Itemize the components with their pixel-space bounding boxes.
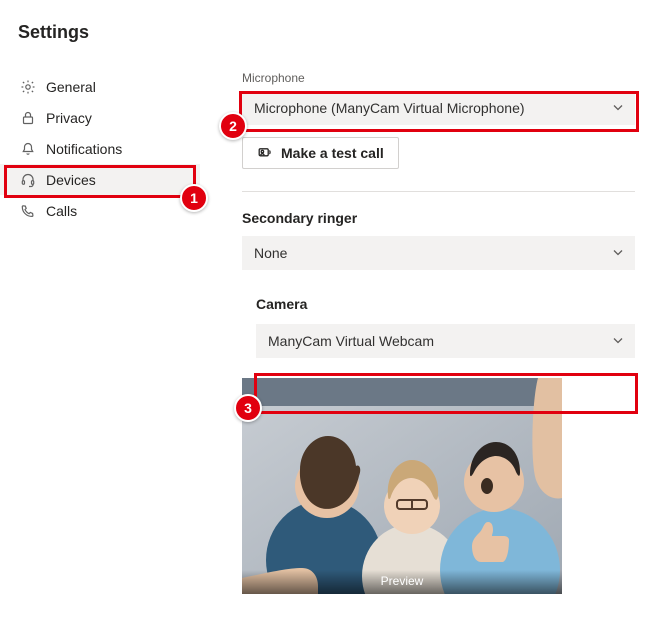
camera-preview-label: Preview <box>242 570 562 594</box>
camera-dropdown[interactable]: ManyCam Virtual Webcam <box>256 324 635 358</box>
sidebar-item-calls[interactable]: Calls <box>0 195 200 226</box>
lock-icon <box>20 110 36 126</box>
sidebar-item-privacy[interactable]: Privacy <box>0 102 200 133</box>
camera-heading: Camera <box>256 296 635 312</box>
headset-icon <box>20 172 36 188</box>
sidebar-item-label: Privacy <box>46 110 92 126</box>
person-voice-icon <box>257 145 273 161</box>
camera-section: Camera ManyCam Virtual Webcam <box>242 296 635 358</box>
page-title: Settings <box>0 0 657 43</box>
secondary-ringer-selected: None <box>254 245 287 261</box>
microphone-dropdown[interactable]: Microphone (ManyCam Virtual Microphone) <box>242 91 635 125</box>
camera-preview: Preview <box>242 378 562 594</box>
chevron-down-icon <box>611 100 625 117</box>
secondary-ringer-heading: Secondary ringer <box>242 210 635 226</box>
sidebar-item-general[interactable]: General <box>0 71 200 102</box>
microphone-section: Microphone Microphone (ManyCam Virtual M… <box>200 71 635 594</box>
microphone-selected: Microphone (ManyCam Virtual Microphone) <box>254 100 525 116</box>
divider <box>242 191 635 192</box>
microphone-label: Microphone <box>242 71 635 85</box>
sidebar-item-label: Calls <box>46 203 77 219</box>
chevron-down-icon <box>611 245 625 262</box>
test-call-label: Make a test call <box>281 145 384 161</box>
gear-icon <box>20 79 36 95</box>
sidebar-item-label: Devices <box>46 172 96 188</box>
make-test-call-button[interactable]: Make a test call <box>242 137 399 169</box>
sidebar-item-label: General <box>46 79 96 95</box>
settings-sidebar: General Privacy Notifications <box>0 71 200 594</box>
camera-selected: ManyCam Virtual Webcam <box>268 333 434 349</box>
sidebar-item-devices[interactable]: Devices <box>0 164 200 195</box>
sidebar-item-label: Notifications <box>46 141 122 157</box>
settings-main: Microphone Microphone (ManyCam Virtual M… <box>200 71 657 594</box>
chevron-down-icon <box>611 333 625 350</box>
bell-icon <box>20 141 36 157</box>
sidebar-item-notifications[interactable]: Notifications <box>0 133 200 164</box>
secondary-ringer-dropdown[interactable]: None <box>242 236 635 270</box>
phone-icon <box>20 203 36 219</box>
